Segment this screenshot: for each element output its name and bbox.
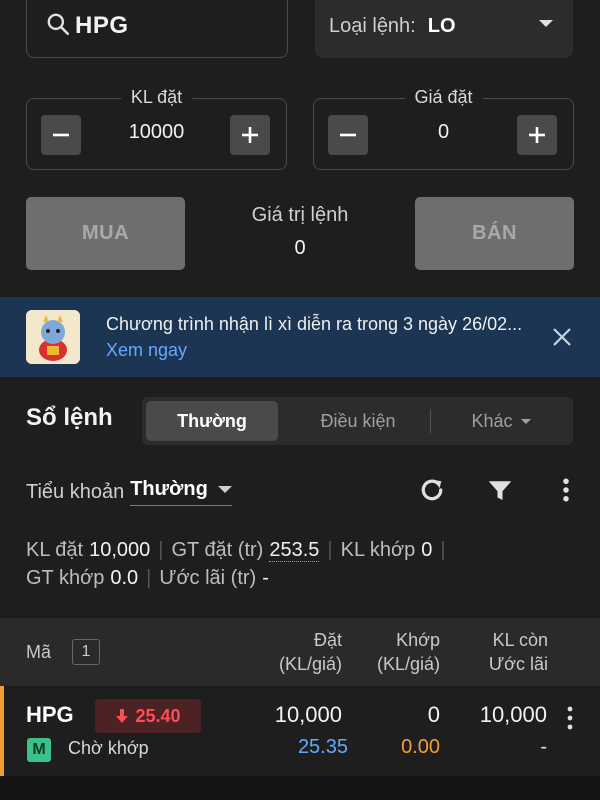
order-summary: KL đặt 10,000 | GT đặt (tr) 253.5 | KL khớp 0 | … xyxy=(26,539,446,589)
col-dat: Đặt (KL/giá) xyxy=(250,628,342,676)
gt-dat-label: GT đặt (tr) xyxy=(171,539,264,561)
price-decrease-button[interactable] xyxy=(328,115,368,155)
banner-text: Chương trình nhận lì xì diễn ra trong 3 … xyxy=(106,311,526,363)
minus-icon xyxy=(340,133,356,137)
quantity-stepper: KL đặt 10000 xyxy=(26,87,287,170)
col-kl-con: KL còn Ước lãi xyxy=(460,628,548,676)
quantity-increase-button[interactable] xyxy=(230,115,270,155)
col-dat-title: Đặt xyxy=(313,630,342,650)
kl-dat-label: KL đặt xyxy=(26,539,84,561)
search-input[interactable]: HPG xyxy=(26,0,288,58)
sub-account-select[interactable]: Thường xyxy=(130,478,232,506)
minus-icon xyxy=(53,133,69,137)
chevron-down-icon xyxy=(539,20,553,27)
col-code: Mã xyxy=(26,642,52,662)
sub-account: Tiểu khoản Thường xyxy=(26,478,232,506)
order-book-tabs: Thường Điều kiện Khác xyxy=(142,397,573,445)
price-stepper: Giá đặt 0 xyxy=(313,87,574,170)
sub-account-value: Thường xyxy=(130,478,208,500)
col-kl-con-title: KL còn xyxy=(492,630,548,650)
kl-khop-label: KL khớp xyxy=(340,539,416,561)
col-khop: Khớp (KL/giá) xyxy=(350,628,440,676)
order-count-badge: 1 xyxy=(72,639,100,665)
bottom-strip xyxy=(0,776,600,800)
more-vertical-icon[interactable] xyxy=(560,704,580,732)
order-value-amount: 0 xyxy=(294,237,306,259)
plus-icon xyxy=(529,127,545,143)
price-label: Giá đặt xyxy=(404,87,483,108)
kl-con: 10,000 xyxy=(479,702,547,727)
kl-dat-value: 10,000 xyxy=(89,539,151,561)
order-value: Giá trị lệnh 0 xyxy=(200,204,400,260)
tab-normal[interactable]: Thường xyxy=(146,401,278,441)
quantity-input[interactable]: 10000 xyxy=(87,121,226,144)
refresh-icon xyxy=(421,479,443,501)
mascot-image xyxy=(26,310,80,364)
orders-table-header: Mã 1 Đặt (KL/giá) Khớp (KL/giá) KL còn Ư… xyxy=(0,618,600,686)
tab-other-label: Khác xyxy=(471,410,513,431)
filter-icon xyxy=(488,481,512,500)
banner-link[interactable]: Xem ngay xyxy=(106,340,187,360)
buy-button[interactable]: MUA xyxy=(26,197,185,270)
price-input[interactable]: 0 xyxy=(374,121,513,144)
close-icon[interactable] xyxy=(550,325,574,349)
table-row[interactable]: HPG 25.40 M Chờ khớp 10,000 25.35 0 0.00… xyxy=(0,686,600,776)
refresh-button[interactable] xyxy=(416,474,448,506)
order-type-value: LO xyxy=(427,14,456,37)
gt-khop-value: 0.0 xyxy=(110,567,139,589)
tab-other[interactable]: Khác xyxy=(432,397,570,445)
filter-button[interactable] xyxy=(484,474,516,506)
search-value[interactable]: HPG xyxy=(75,12,129,40)
uoc-lai-value: - xyxy=(262,567,269,589)
arrow-down-icon xyxy=(116,709,129,723)
uoc-lai-label: Ước lãi (tr) xyxy=(159,567,257,589)
more-vertical-icon xyxy=(563,478,569,502)
sell-button[interactable]: BÁN xyxy=(415,197,574,270)
banner-message: Chương trình nhận lì xì diễn ra trong 3 … xyxy=(106,314,523,334)
order-status: Chờ khớp xyxy=(68,738,149,758)
price-change-badge: 25.40 xyxy=(95,699,201,733)
tab-conditional[interactable]: Điều kiện xyxy=(288,397,428,445)
col-khop-sub: (KL/giá) xyxy=(376,654,440,674)
col-dat-sub: (KL/giá) xyxy=(278,654,342,674)
dat-kl: 10,000 xyxy=(274,702,342,727)
col-uoc-lai-title: Ước lãi xyxy=(488,654,548,674)
col-khop-title: Khớp xyxy=(396,630,440,650)
order-type-select[interactable]: Loại lệnh: LO xyxy=(315,0,573,58)
gt-dat-value[interactable]: 253.5 xyxy=(269,539,320,562)
khop-kl: 0 xyxy=(427,702,440,727)
quantity-decrease-button[interactable] xyxy=(41,115,81,155)
order-value-label: Giá trị lệnh xyxy=(251,204,349,226)
dat-gia: 25.35 xyxy=(297,736,348,758)
row-price: 25.40 xyxy=(135,705,181,726)
chevron-down-icon xyxy=(217,486,232,493)
gt-khop-label: GT khớp xyxy=(26,567,105,589)
tab-divider xyxy=(430,409,431,433)
plus-icon xyxy=(242,127,258,143)
row-accent xyxy=(0,686,4,776)
order-type-label: Loại lệnh: xyxy=(329,14,416,37)
chevron-down-icon xyxy=(520,418,531,424)
search-icon xyxy=(45,11,75,42)
promo-banner[interactable]: Chương trình nhận lì xì diễn ra trong 3 … xyxy=(0,297,600,377)
market-badge: M xyxy=(27,738,51,762)
price-increase-button[interactable] xyxy=(517,115,557,155)
uoc-lai: - xyxy=(540,736,547,758)
kl-khop-value: 0 xyxy=(421,539,433,561)
order-book-title: Sổ lệnh xyxy=(26,404,113,431)
row-symbol: HPG xyxy=(26,702,74,727)
more-options-button[interactable] xyxy=(550,474,582,506)
sub-account-label: Tiểu khoản xyxy=(26,480,125,503)
quantity-label: KL đặt xyxy=(120,87,193,108)
khop-gia: 0.00 xyxy=(401,736,440,758)
